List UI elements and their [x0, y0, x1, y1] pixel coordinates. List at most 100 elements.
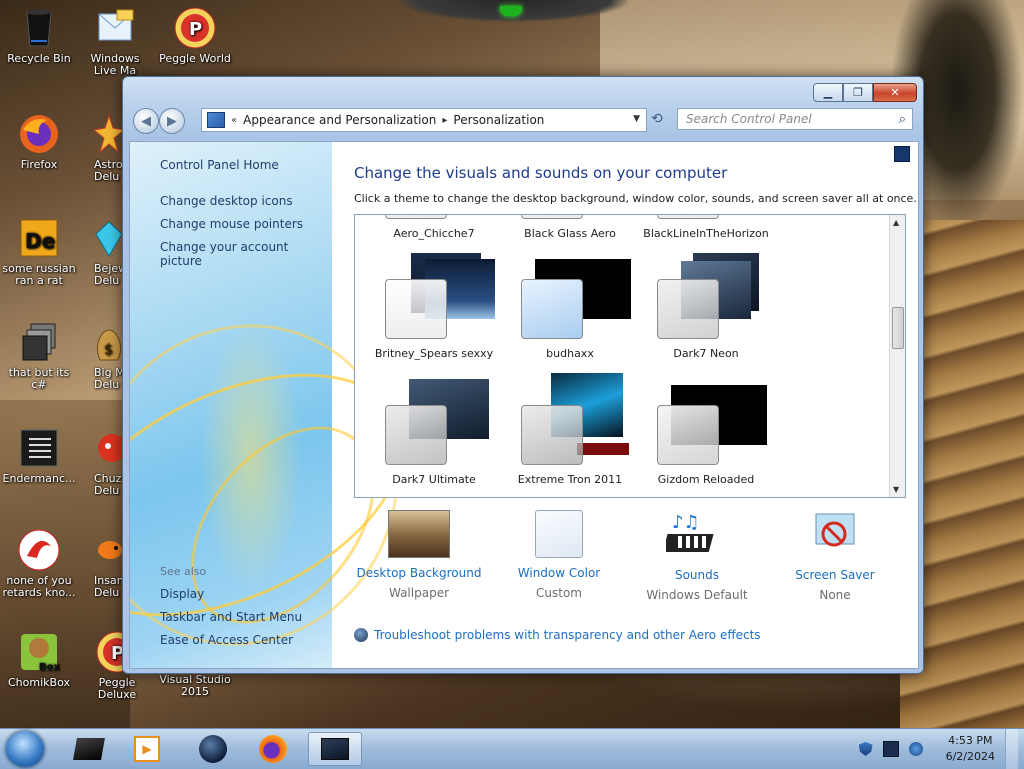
- desktop-icon-de[interactable]: De some russian ran a rat: [2, 216, 76, 287]
- screen-saver-link[interactable]: Screen Saver: [770, 568, 900, 582]
- theme-label: budhaxx: [546, 347, 594, 360]
- address-bar[interactable]: « Appearance and Personalization ▸ Perso…: [201, 108, 647, 132]
- taskbar-firefox-button[interactable]: [246, 732, 300, 766]
- theme-tile: [521, 405, 583, 465]
- system-tray: 4:53 PM 6/2/2024: [854, 729, 1018, 769]
- taskbar-media-player-button[interactable]: ▶: [120, 732, 174, 766]
- personalization-window: ▁ ❐ ✕ ◀ ▶ « Appearance and Personalizati…: [122, 76, 924, 674]
- globe-icon: [199, 735, 227, 763]
- desktop-icon-red-swirl[interactable]: none of you retards kno...: [2, 528, 76, 599]
- troubleshoot-link[interactable]: Troubleshoot problems with transparency …: [354, 628, 761, 642]
- theme-preview: [641, 251, 771, 339]
- troubleshoot-icon: [354, 628, 368, 642]
- device-icon: [73, 738, 105, 760]
- window-color-link[interactable]: Window Color: [494, 566, 624, 580]
- main-pane: Change the visuals and sounds on your co…: [332, 142, 918, 668]
- theme-label: Black Glass Aero: [524, 227, 616, 240]
- theme-preview: [369, 377, 499, 465]
- breadcrumb-overflow[interactable]: «: [231, 115, 237, 126]
- search-icon[interactable]: ⌕: [899, 112, 906, 127]
- back-button[interactable]: ◀: [133, 108, 159, 134]
- theme-settings-row: Desktop Background Wallpaper Window Colo…: [354, 510, 914, 610]
- desktop-icon-windows-live-mail[interactable]: Windows Live Ma: [80, 6, 150, 77]
- theme-label: Britney_Spears sexxy: [374, 347, 494, 360]
- security-shield-icon[interactable]: [858, 742, 873, 756]
- display-link[interactable]: Display: [160, 587, 204, 601]
- change-desktop-icons-link[interactable]: Change desktop icons: [160, 194, 293, 208]
- theme-preview: [505, 373, 635, 465]
- theme-label: Gizdom Reloaded: [657, 473, 755, 486]
- forward-button[interactable]: ▶: [159, 108, 185, 134]
- sounds-link[interactable]: Sounds: [632, 568, 762, 582]
- scroll-up-icon[interactable]: ▲: [893, 218, 899, 227]
- sounds-value: Windows Default: [646, 588, 748, 602]
- money-bag-icon: $: [94, 320, 124, 364]
- screen-saver-value: None: [819, 588, 851, 602]
- show-desktop-button[interactable]: [1005, 729, 1018, 769]
- change-account-picture-link[interactable]: Change your account picture: [160, 240, 332, 268]
- breadcrumb-personalization[interactable]: Personalization: [453, 113, 544, 127]
- svg-text:$: $: [104, 342, 113, 358]
- control-panel-home-link[interactable]: Control Panel Home: [160, 158, 279, 172]
- window-color-item[interactable]: Window Color Custom: [494, 510, 624, 600]
- media-player-icon: ▶: [134, 736, 160, 762]
- theme-label: Extreme Tron 2011: [517, 473, 623, 486]
- desktop-background-link[interactable]: Desktop Background: [354, 566, 484, 580]
- theme-tile: [521, 279, 583, 339]
- clock[interactable]: 4:53 PM 6/2/2024: [946, 733, 995, 765]
- desktop-icon-that-but-its-csharp[interactable]: that but its c#: [2, 320, 76, 391]
- theme-item[interactable]: Aero_Chicche7: [385, 215, 475, 240]
- theme-item[interactable]: budhaxx: [505, 251, 635, 360]
- sounds-icon: ♪♫: [662, 510, 728, 560]
- minimize-button[interactable]: ▁: [813, 83, 843, 102]
- taskbar-control-panel-button[interactable]: [308, 732, 362, 766]
- desktop-icon-firefox[interactable]: Firefox: [2, 112, 76, 171]
- screen-saver-item[interactable]: Screen Saver None: [770, 510, 900, 602]
- ease-of-access-link[interactable]: Ease of Access Center: [160, 633, 293, 647]
- start-button[interactable]: [6, 731, 44, 767]
- desktop-icon-visual-studio[interactable]: Visual Studio 2015: [158, 674, 232, 698]
- window-client: Control Panel Home Change desktop icons …: [129, 141, 919, 669]
- theme-item[interactable]: Dark7 Neon: [641, 251, 771, 360]
- sounds-item[interactable]: ♪♫ Sounds Windows Default: [632, 510, 762, 602]
- volume-icon[interactable]: [908, 742, 923, 756]
- help-icon[interactable]: [894, 146, 910, 162]
- scroll-down-icon[interactable]: ▼: [893, 485, 899, 494]
- theme-item[interactable]: Britney_Spears sexxy: [369, 251, 499, 360]
- theme-preview: [369, 251, 499, 339]
- search-input[interactable]: Search Control Panel ⌕: [677, 108, 913, 130]
- window-color-icon: [535, 510, 583, 558]
- desktop-icon-chomikbox[interactable]: Box ChomikBox: [2, 630, 76, 689]
- theme-list-scrollbar[interactable]: ▲ ▼: [889, 215, 905, 497]
- theme-preview: [505, 251, 635, 339]
- search-placeholder: Search Control Panel: [686, 112, 812, 126]
- scroll-thumb[interactable]: [892, 307, 904, 349]
- wallpaper-thumb-icon: [388, 510, 450, 558]
- desktop-icon-endermanch[interactable]: Endermanc...: [2, 426, 76, 485]
- change-mouse-pointers-link[interactable]: Change mouse pointers: [160, 217, 303, 231]
- insaniquarium-icon: [94, 528, 124, 572]
- caption-buttons: ▁ ❐ ✕: [813, 83, 917, 102]
- maximize-button[interactable]: ❐: [843, 83, 873, 102]
- theme-item[interactable]: Gizdom Reloaded: [641, 377, 771, 486]
- firefox-icon: [17, 112, 61, 156]
- desktop-icon-recycle-bin[interactable]: Recycle Bin: [2, 6, 76, 65]
- network-icon[interactable]: [882, 741, 899, 757]
- breadcrumb-separator[interactable]: ▸: [442, 115, 447, 126]
- theme-item[interactable]: Extreme Tron 2011: [505, 373, 635, 486]
- close-button[interactable]: ✕: [873, 83, 917, 102]
- taskbar-start-menu-link[interactable]: Taskbar and Start Menu: [160, 610, 302, 624]
- theme-label: Aero_Chicche7: [393, 227, 475, 240]
- theme-item[interactable]: Black Glass Aero: [521, 215, 616, 240]
- address-dropdown-icon[interactable]: ▼: [633, 114, 640, 124]
- theme-item[interactable]: BlackLineInTheHorizon: [643, 215, 769, 240]
- taskbar-globe-button[interactable]: [186, 732, 240, 766]
- theme-item[interactable]: Dark7 Ultimate: [369, 377, 499, 486]
- troubleshoot-text: Troubleshoot problems with transparency …: [374, 628, 761, 642]
- desktop-icon-peggle-world[interactable]: P Peggle World: [158, 6, 232, 65]
- refresh-icon[interactable]: ⟲: [651, 111, 663, 127]
- taskbar-device-button[interactable]: [62, 732, 116, 766]
- desktop-background-item[interactable]: Desktop Background Wallpaper: [354, 510, 484, 600]
- breadcrumb-appearance[interactable]: Appearance and Personalization: [243, 113, 436, 127]
- theme-preview: [641, 377, 771, 465]
